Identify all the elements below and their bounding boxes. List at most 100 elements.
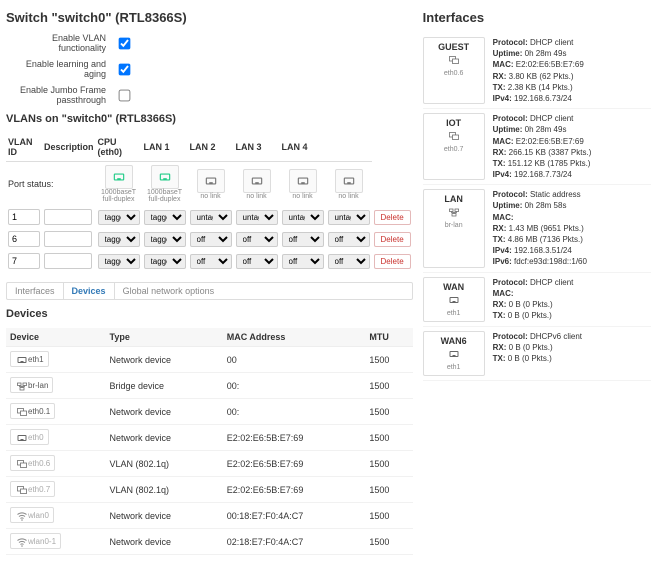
interface-info: Protocol: Static addressUptime: 0h 28m 5…: [493, 189, 651, 267]
vlan-desc-input[interactable]: [44, 231, 92, 247]
device-type: VLAN (802.1q): [106, 451, 223, 477]
interface-name: GUEST: [438, 42, 469, 52]
vlan-port-select[interactable]: tagged: [98, 254, 140, 269]
vlan-port-select[interactable]: untagged: [190, 210, 232, 225]
device-type: Network device: [106, 347, 223, 373]
vlan-port-select[interactable]: off: [190, 254, 232, 269]
interface-box[interactable]: LANbr-lan: [423, 189, 485, 267]
device-button[interactable]: wlan0: [10, 507, 54, 523]
vlan-port-select[interactable]: untagged: [328, 210, 370, 225]
interface-row: IOT eth0.7 Protocol: DHCP clientUptime: 0h…: [423, 109, 651, 185]
devices-table: DeviceTypeMAC AddressMTU eth1 Network dev…: [6, 328, 413, 555]
enable-vlan-label: Enable VLAN functionality: [6, 33, 106, 53]
switch-title: Switch "switch0" (RTL8366S): [6, 10, 413, 25]
tab-devices[interactable]: Devices: [64, 283, 115, 299]
port-icon: [447, 348, 461, 362]
vlan-port-select[interactable]: off: [282, 232, 324, 247]
interface-name: WAN: [443, 282, 464, 292]
vlan-icon: [447, 54, 461, 68]
vlan-port-select[interactable]: tagged: [144, 210, 186, 225]
port-icon: [15, 354, 25, 364]
vlan-port-select[interactable]: tagged: [98, 232, 140, 247]
vlan-desc-input[interactable]: [44, 209, 92, 225]
vlan-icon: [15, 458, 25, 468]
device-button[interactable]: br-lan: [10, 377, 53, 393]
port-label: 1000baseT full-duplex: [144, 189, 186, 203]
interface-info: Protocol: DHCP clientUptime: 0h 28m 49sM…: [493, 113, 651, 180]
interface-box[interactable]: GUEST eth0.6: [423, 37, 485, 104]
devices-header: Type: [106, 328, 223, 347]
device-button[interactable]: eth0.1: [10, 403, 55, 419]
port-icon: [15, 432, 25, 442]
device-mac: 02:18:E7:F0:4A:C7: [223, 529, 366, 555]
devices-header: MTU: [365, 328, 412, 347]
port-label: 1000baseT full-duplex: [98, 189, 140, 203]
interface-dev: eth0.7: [444, 146, 463, 153]
vlan-port-select[interactable]: off: [328, 232, 370, 247]
vlan-header: LAN 4: [280, 133, 326, 162]
device-button[interactable]: eth0.6: [10, 455, 55, 471]
table-row: eth0Network deviceE2:02:E6:5B:E7:691500: [6, 425, 413, 451]
devices-header: Device: [6, 328, 106, 347]
vlan-port-select[interactable]: tagged: [98, 210, 140, 225]
port-icon: [151, 165, 179, 189]
vlan-port-select[interactable]: untagged: [236, 210, 278, 225]
delete-button[interactable]: Delete: [374, 232, 411, 247]
interface-dev: eth0.6: [444, 70, 463, 77]
device-mac: 00: [223, 347, 366, 373]
device-mtu: 1500: [365, 373, 412, 399]
tab-global-network-options[interactable]: Global network options: [115, 283, 223, 299]
port-icon: [289, 169, 317, 193]
device-mac: 00:18:E7:F0:4A:C7: [223, 503, 366, 529]
jumbo-checkbox[interactable]: [119, 89, 131, 101]
tab-interfaces[interactable]: Interfaces: [7, 283, 64, 299]
table-row: wlan0Network device00:18:E7:F0:4A:C71500: [6, 503, 413, 529]
delete-button[interactable]: Delete: [374, 210, 411, 225]
vlan-id-input[interactable]: [8, 253, 40, 269]
vlan-port-select[interactable]: off: [236, 254, 278, 269]
vlan-port-select[interactable]: off: [328, 254, 370, 269]
interface-dev: eth1: [447, 310, 461, 317]
device-mac: 00:: [223, 399, 366, 425]
vlan-header: LAN 1: [142, 133, 188, 162]
interface-box[interactable]: WAN eth1: [423, 277, 485, 322]
device-mac: E2:02:E6:5B:E7:69: [223, 477, 366, 503]
vlan-id-input[interactable]: [8, 231, 40, 247]
interface-box[interactable]: IOT eth0.7: [423, 113, 485, 180]
devices-header: MAC Address: [223, 328, 366, 347]
enable-vlan-checkbox[interactable]: [119, 37, 131, 49]
vlan-port-select[interactable]: tagged: [144, 232, 186, 247]
vlan-port-select[interactable]: off: [282, 254, 324, 269]
vlan-port-select[interactable]: off: [236, 232, 278, 247]
device-mac: E2:02:E6:5B:E7:69: [223, 425, 366, 451]
port-icon: [447, 294, 461, 308]
device-button[interactable]: eth0.7: [10, 481, 55, 497]
interface-dev: eth1: [447, 364, 461, 371]
enable-learning-checkbox[interactable]: [119, 63, 131, 75]
interface-info: Protocol: DHCP clientUptime: 0h 28m 49sM…: [493, 37, 651, 104]
device-name: eth0.6: [28, 459, 50, 468]
vlan-table: VLAN IDDescriptionCPU (eth0)LAN 1LAN 2LA…: [6, 133, 413, 272]
device-button[interactable]: eth0: [10, 429, 49, 445]
device-button[interactable]: wlan0-1: [10, 533, 61, 549]
interface-box[interactable]: WAN6 eth1: [423, 331, 485, 376]
interface-name: IOT: [446, 118, 461, 128]
vlan-port-select[interactable]: tagged: [144, 254, 186, 269]
vlan-header: VLAN ID: [6, 133, 42, 162]
device-type: Network device: [106, 529, 223, 555]
delete-button[interactable]: Delete: [374, 254, 411, 269]
vlan-port-select[interactable]: untagged: [282, 210, 324, 225]
interface-name: WAN6: [441, 336, 467, 346]
table-row: eth0.7VLAN (802.1q)E2:02:E6:5B:E7:691500: [6, 477, 413, 503]
vlan-desc-input[interactable]: [44, 253, 92, 269]
table-row: eth1Network device001500: [6, 347, 413, 373]
vlan-id-input[interactable]: [8, 209, 40, 225]
port-label: no link: [190, 193, 232, 200]
device-button[interactable]: eth1: [10, 351, 49, 367]
device-mtu: 1500: [365, 399, 412, 425]
device-mac: 00:: [223, 373, 366, 399]
vlan-port-select[interactable]: off: [190, 232, 232, 247]
interface-info: Protocol: DHCP clientMAC: RX: 0 B (0 Pkt…: [493, 277, 651, 322]
vlans-title: VLANs on "switch0" (RTL8366S): [6, 113, 413, 125]
port-status-label: Port status:: [6, 162, 96, 207]
